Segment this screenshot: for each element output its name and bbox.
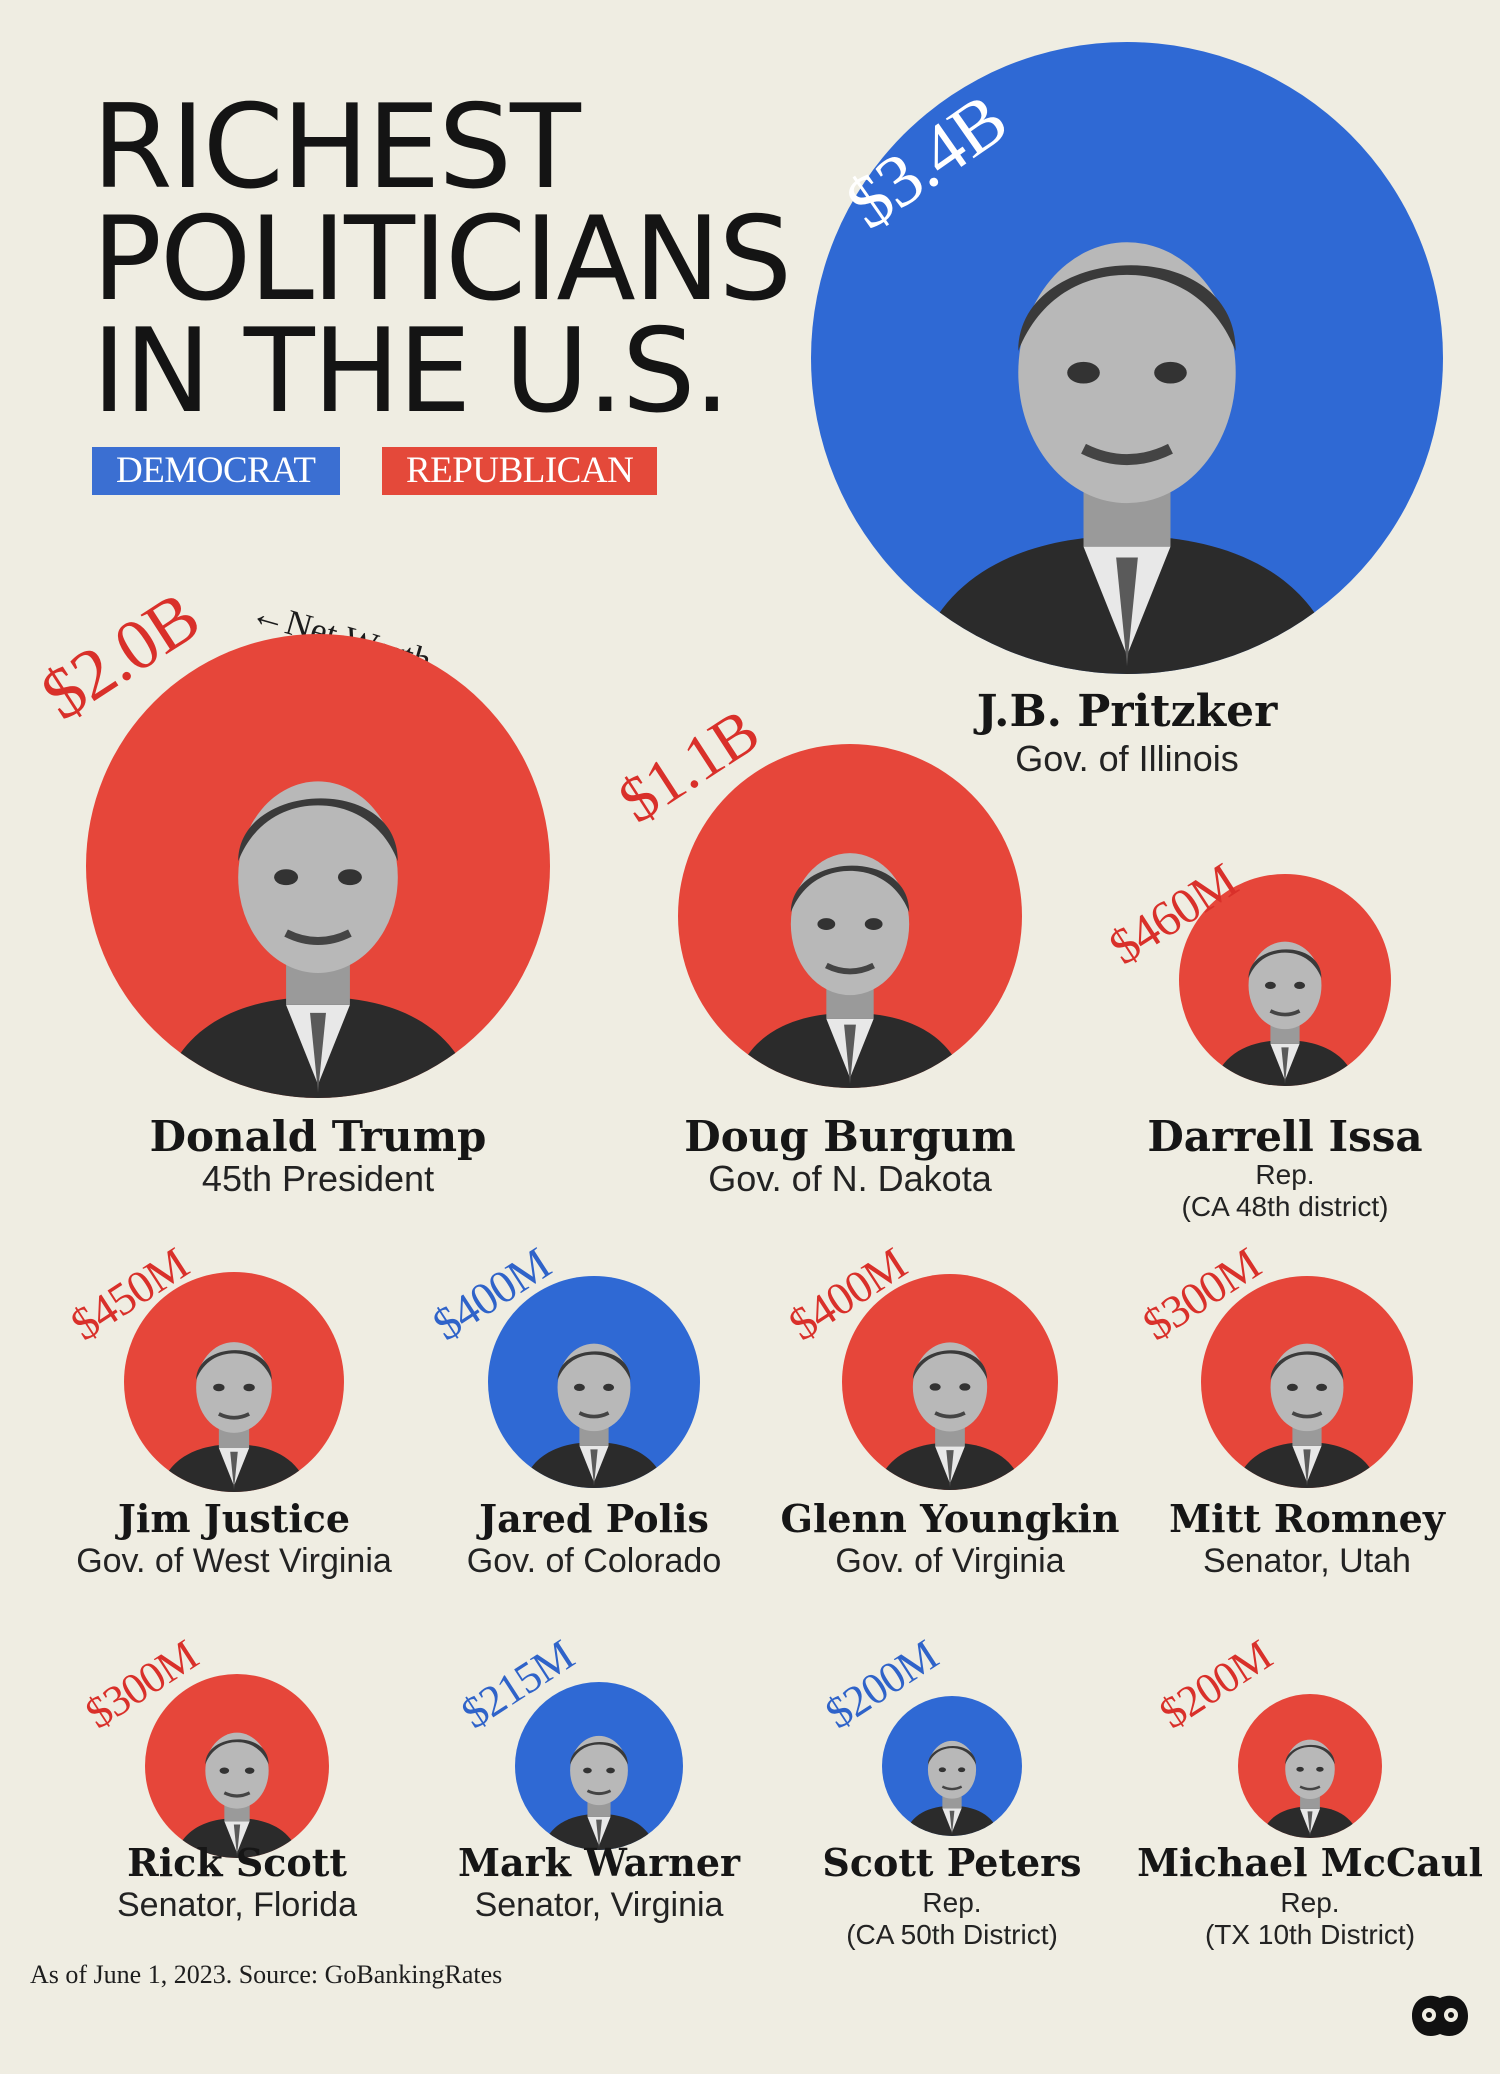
role-mark-warner: Senator, Virginia [474,1886,724,1924]
portrait-donald-trump [86,634,550,1098]
portrait-rick-scott [145,1674,329,1858]
portrait-scott-peters [882,1696,1022,1836]
portrait-jared-polis [488,1276,700,1488]
role-jim-justice: Gov. of West Virginia [76,1542,392,1580]
name-darrell-issa: Darrell Issa [1147,1112,1423,1161]
person-photo-icon [1248,1714,1372,1838]
person-photo-icon [1216,1306,1398,1488]
name-j-b-pritzker: J.B. Pritzker [976,686,1278,737]
district-darrell-issa: (CA 48th district) [1181,1191,1389,1222]
role-scott-peters: Rep. [922,1887,982,1918]
role-rick-scott: Senator, Florida [116,1886,358,1924]
visual-capitalist-logo-icon [1408,1988,1472,2044]
portrait-mark-warner [515,1682,683,1850]
person-photo-icon [527,1706,671,1850]
legend-democrat: DEMOCRAT [92,447,340,495]
person-photo-icon [503,1306,685,1488]
portrait-michael-mccaul [1238,1694,1382,1838]
role-darrell-issa: Rep. [1255,1159,1315,1190]
district-michael-mccaul: (TX 10th District) [1204,1919,1416,1950]
district-scott-peters: (CA 50th District) [846,1919,1058,1950]
name-mitt-romney: Mitt Romney [1169,1496,1445,1541]
person-photo-icon [1194,904,1376,1086]
name-scott-peters: Scott Peters [822,1840,1082,1885]
name-rick-scott: Rick Scott [127,1840,347,1885]
name-michael-mccaul: Michael McCaul [1137,1840,1483,1885]
title-line-3: IN THE U.S. [92,304,730,439]
role-j-b-pritzker: Gov. of Illinois [1015,738,1239,779]
source-note: As of June 1, 2023. Source: GoBankingRat… [30,1960,503,1989]
legend-republican: REPUBLICAN [382,447,658,495]
person-photo-icon [892,1716,1012,1836]
role-donald-trump: 45th President [201,1158,435,1199]
name-donald-trump: Donald Trump [149,1112,487,1161]
role-doug-burgum: Gov. of N. Dakota [708,1158,992,1199]
person-photo-icon [158,1700,316,1858]
person-photo-icon [857,1304,1043,1490]
role-mitt-romney: Senator, Utah [1203,1542,1411,1580]
person-photo-icon [702,792,998,1088]
name-jared-polis: Jared Polis [479,1496,709,1541]
person-photo-icon [855,130,1399,674]
name-doug-burgum: Doug Burgum [684,1112,1016,1161]
title-line-1: RICHEST [92,80,581,215]
person-photo-icon [139,1303,328,1492]
portrait-mitt-romney [1201,1276,1413,1488]
portrait-doug-burgum [678,744,1022,1088]
person-photo-icon [118,699,517,1098]
title-line-2: POLITICIANS [92,192,792,327]
name-jim-justice: Jim Justice [117,1496,351,1541]
role-jared-polis: Gov. of Colorado [466,1542,722,1580]
role-michael-mccaul: Rep. [1280,1887,1340,1918]
name-mark-warner: Mark Warner [457,1840,741,1885]
name-glenn-youngkin: Glenn Youngkin [780,1496,1120,1541]
role-glenn-youngkin: Gov. of Virginia [835,1542,1065,1580]
page-title: RICHEST POLITICIANS IN THE U.S. [92,80,792,439]
